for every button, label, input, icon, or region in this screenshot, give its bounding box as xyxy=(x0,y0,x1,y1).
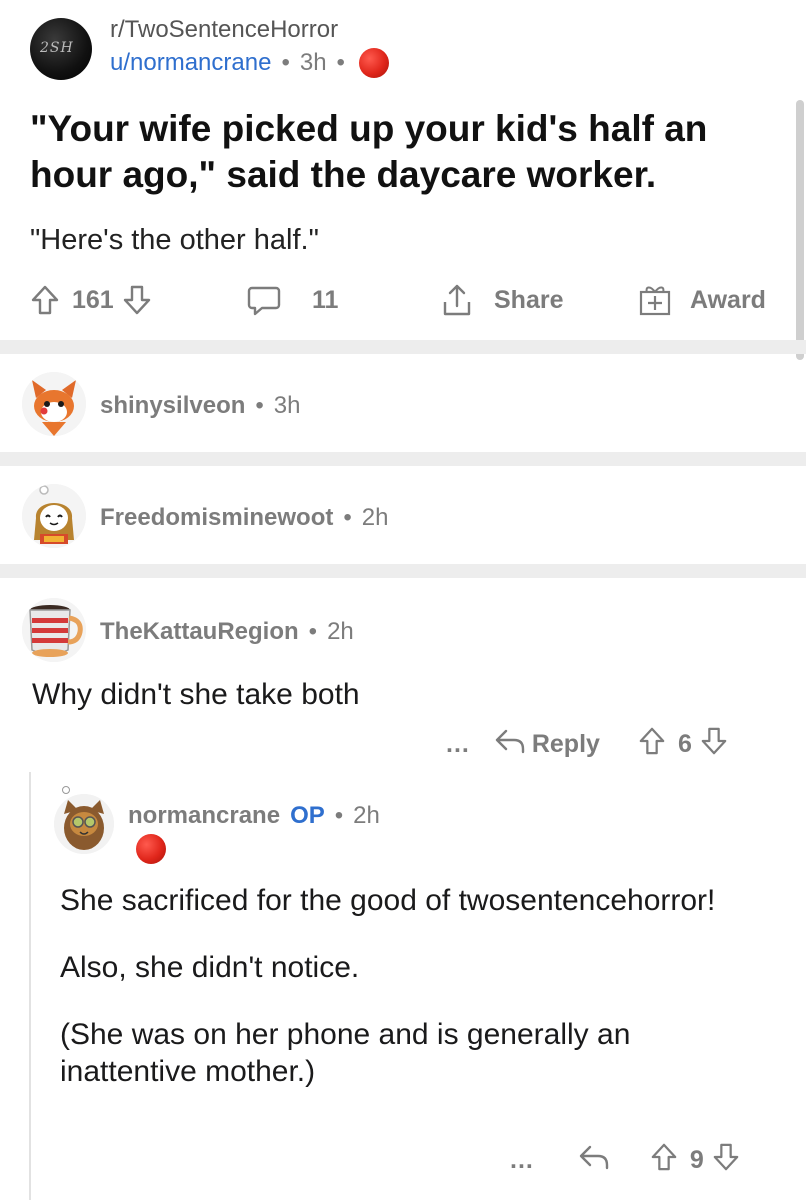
post-author[interactable]: u/normancrane xyxy=(110,49,271,77)
comment-author[interactable]: normancrane xyxy=(128,802,280,830)
comment-header: Freedomisminewoot • 2h xyxy=(22,484,782,554)
subreddit-avatar[interactable]: 2SH xyxy=(30,18,92,80)
comment-time: 3h xyxy=(273,392,301,419)
reply-paragraph: Also, she didn't notice. xyxy=(60,951,360,984)
more-options-button[interactable]: ... xyxy=(446,730,470,759)
meta-separator: • xyxy=(343,504,352,531)
comment-body: Why didn't she take both xyxy=(32,678,360,711)
comment-actions: ... 9 xyxy=(510,1140,740,1180)
meta-separator: • xyxy=(308,618,318,645)
comment-author-line: Freedomisminewoot • 2h xyxy=(100,504,388,532)
comment-actions: ... Reply 6 xyxy=(446,724,728,764)
post-meta: u/normancrane • 3h • xyxy=(110,48,389,78)
subreddit-avatar-text: 2SH xyxy=(40,40,74,56)
award-label: Award xyxy=(690,285,766,314)
comment-score: 9 xyxy=(689,1145,704,1174)
thread-line[interactable] xyxy=(29,772,31,1200)
comment-header: shinysilveon • 3h xyxy=(22,372,782,442)
avatar[interactable] xyxy=(22,598,86,662)
more-options-button[interactable]: ... xyxy=(510,1146,534,1175)
comment-count: 11 xyxy=(312,285,339,314)
reply-icon xyxy=(494,727,526,762)
award-icon[interactable] xyxy=(358,48,389,78)
share-label: Share xyxy=(494,285,564,314)
divider xyxy=(0,340,806,354)
share-icon xyxy=(440,282,474,318)
upvote-count: 161 xyxy=(72,285,114,314)
downvote-icon[interactable] xyxy=(700,726,728,763)
scrollbar[interactable] xyxy=(796,100,804,360)
comment-time: 2h xyxy=(353,802,380,829)
award-button[interactable]: Award xyxy=(638,280,766,320)
reply-icon[interactable] xyxy=(578,1143,610,1178)
post-header: 2SH r/TwoSentenceHorror u/normancrane • … xyxy=(30,14,770,84)
post-title[interactable]: "Your wife picked up your kid's half an … xyxy=(30,106,770,198)
post-action-bar: 161 11 Share Award xyxy=(30,280,776,320)
comment-author-line: normancrane OP • 2h xyxy=(128,802,380,830)
comment-author-line: TheKattauRegion • 2h xyxy=(100,618,354,646)
divider xyxy=(0,452,806,466)
comment-author[interactable]: TheKattauRegion xyxy=(100,618,299,646)
reply-paragraph: (She was on her phone and is generally a… xyxy=(60,1018,631,1088)
avatar[interactable] xyxy=(22,484,86,548)
upvote-icon[interactable] xyxy=(30,284,60,316)
meta-separator: • xyxy=(336,49,345,76)
post-body: "Here's the other half." xyxy=(30,224,319,256)
comment-time: 2h xyxy=(327,618,354,645)
comment-score: 6 xyxy=(677,729,692,758)
reply-label: Reply xyxy=(531,729,600,758)
op-badge: OP xyxy=(290,802,325,829)
antenna-icon xyxy=(62,786,70,794)
meta-separator: • xyxy=(255,392,264,419)
reply-button[interactable]: Reply xyxy=(494,727,600,762)
comment-author-line: shinysilveon • 3h xyxy=(100,392,301,420)
upvote-icon[interactable] xyxy=(650,1142,678,1179)
reply-body: She sacrificed for the good of twosenten… xyxy=(60,882,760,1090)
avatar[interactable] xyxy=(54,794,114,854)
upvote-icon[interactable] xyxy=(638,726,666,763)
share-button[interactable]: Share xyxy=(440,280,563,320)
comment-author[interactable]: shinysilveon xyxy=(100,392,245,420)
avatar[interactable] xyxy=(22,372,86,436)
gift-icon xyxy=(638,282,672,318)
downvote-icon[interactable] xyxy=(122,284,152,316)
meta-separator: • xyxy=(281,49,290,76)
downvote-icon[interactable] xyxy=(712,1142,740,1179)
post-time: 3h xyxy=(299,49,327,76)
comment-author[interactable]: Freedomisminewoot xyxy=(100,504,333,532)
award-icon[interactable] xyxy=(136,834,166,864)
comment-header: TheKattauRegion • 2h xyxy=(22,598,782,668)
subreddit-name[interactable]: r/TwoSentenceHorror xyxy=(110,16,338,44)
divider xyxy=(0,564,806,578)
reply-paragraph: She sacrificed for the good of twosenten… xyxy=(60,884,716,917)
reply-avatar-group xyxy=(54,786,114,876)
meta-separator: • xyxy=(334,802,344,829)
upvote-group: 161 xyxy=(30,280,152,320)
comment-icon xyxy=(246,282,282,318)
comments-button[interactable]: 11 xyxy=(246,280,338,320)
comment-time: 2h xyxy=(361,504,389,531)
